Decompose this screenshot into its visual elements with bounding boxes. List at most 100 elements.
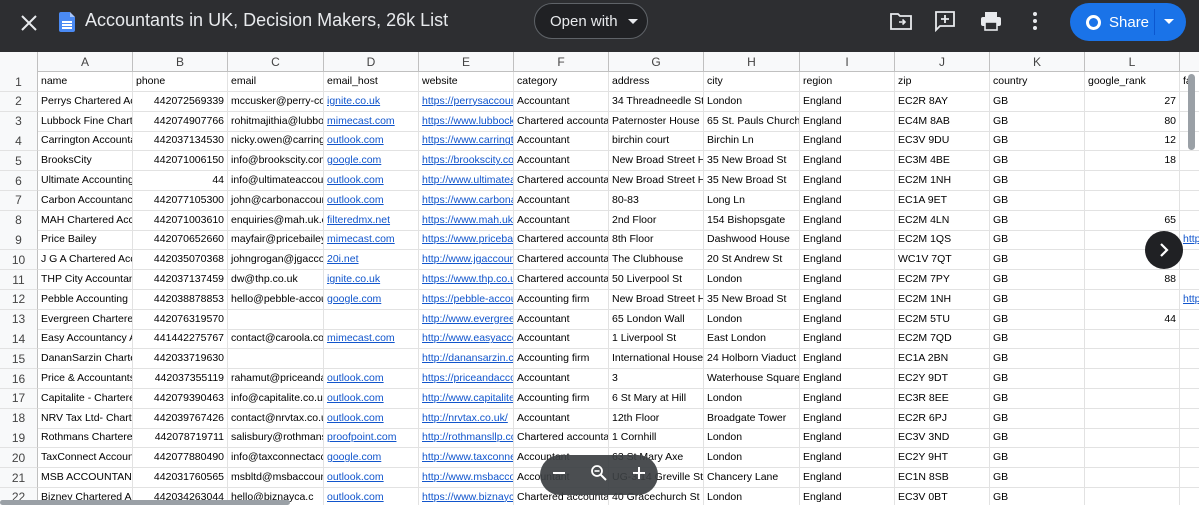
table-cell[interactable]: England bbox=[800, 111, 895, 132]
table-cell[interactable]: 88 bbox=[1085, 270, 1180, 290]
table-cell[interactable] bbox=[1085, 388, 1180, 409]
table-cell[interactable] bbox=[1180, 468, 1199, 488]
table-cell[interactable]: john@carbonaccour bbox=[228, 190, 324, 211]
table-cell[interactable]: EC3R 8EE bbox=[895, 388, 990, 409]
table-cell[interactable]: dw@thp.co.uk bbox=[228, 270, 324, 290]
table-cell[interactable]: England bbox=[800, 250, 895, 271]
table-cell[interactable]: England bbox=[800, 428, 895, 449]
table-cell[interactable]: http://rothmansllp.co bbox=[419, 428, 514, 449]
table-cell[interactable]: 442038878853 bbox=[133, 289, 228, 310]
print-icon[interactable] bbox=[978, 8, 1004, 34]
next-page-button[interactable] bbox=[1145, 231, 1183, 269]
table-cell[interactable]: Accounting firm bbox=[514, 349, 609, 370]
table-cell[interactable]: google.com bbox=[324, 448, 419, 469]
table-cell[interactable]: 20i.net bbox=[324, 250, 419, 271]
table-cell[interactable]: info@capitalite.co.u bbox=[228, 388, 324, 409]
table-cell[interactable]: 34 Threadneedle St bbox=[609, 91, 704, 112]
table-cell[interactable]: London bbox=[704, 428, 800, 449]
table-cell[interactable] bbox=[1180, 389, 1199, 409]
row-number[interactable]: 19 bbox=[0, 428, 38, 449]
table-cell[interactable]: 35 New Broad St bbox=[704, 171, 800, 191]
table-cell[interactable]: England bbox=[800, 349, 895, 370]
table-cell[interactable]: England bbox=[800, 230, 895, 251]
table-cell[interactable]: Price Bailey bbox=[38, 230, 133, 251]
table-cell[interactable]: EC2R 8AY bbox=[895, 91, 990, 112]
table-cell[interactable]: 442071006150 bbox=[133, 151, 228, 172]
header-cell[interactable]: phone bbox=[133, 72, 228, 92]
horizontal-scrollbar[interactable] bbox=[0, 500, 290, 505]
table-cell[interactable]: Accountant bbox=[514, 408, 609, 429]
table-cell[interactable] bbox=[1085, 171, 1180, 191]
table-cell[interactable]: Accountant bbox=[514, 151, 609, 172]
header-cell[interactable]: city bbox=[704, 72, 800, 92]
table-cell[interactable]: Accountant bbox=[514, 369, 609, 389]
table-cell[interactable]: England bbox=[800, 210, 895, 231]
table-cell[interactable]: The Clubhouse bbox=[609, 250, 704, 271]
table-cell[interactable]: EC2Y 9HT bbox=[895, 448, 990, 469]
table-cell[interactable]: info@taxconnectacc bbox=[228, 448, 324, 469]
table-cell[interactable]: England bbox=[800, 309, 895, 330]
table-cell[interactable]: 50 Liverpool St bbox=[609, 270, 704, 290]
column-header-g[interactable]: G bbox=[609, 52, 704, 72]
row-number[interactable]: 2 bbox=[0, 91, 38, 112]
row-number[interactable]: 3 bbox=[0, 111, 38, 132]
header-cell[interactable]: zip bbox=[895, 72, 990, 92]
table-cell[interactable]: 442033719630 bbox=[133, 349, 228, 370]
table-cell[interactable] bbox=[1180, 409, 1199, 429]
table-cell[interactable]: Accountant bbox=[514, 190, 609, 211]
table-cell[interactable]: Price & Accountants bbox=[38, 369, 133, 389]
table-cell[interactable]: https://pebble-accou bbox=[419, 289, 514, 310]
table-cell[interactable]: 3 bbox=[609, 369, 704, 389]
add-to-drive-icon[interactable] bbox=[888, 8, 914, 34]
table-cell[interactable]: EC3V 9DU bbox=[895, 131, 990, 152]
table-cell[interactable]: 442077105300 bbox=[133, 190, 228, 211]
table-cell[interactable]: GB bbox=[990, 230, 1085, 251]
table-cell[interactable]: GB bbox=[990, 388, 1085, 409]
row-number[interactable]: 6 bbox=[0, 171, 38, 191]
table-cell[interactable]: 6 St Mary at Hill bbox=[609, 388, 704, 409]
table-cell[interactable]: 442078719711 bbox=[133, 428, 228, 449]
table-cell[interactable]: ignite.co.uk bbox=[324, 91, 419, 112]
table-cell[interactable]: EC1A 9ET bbox=[895, 190, 990, 211]
table-cell[interactable]: England bbox=[800, 270, 895, 290]
table-cell[interactable]: GB bbox=[990, 210, 1085, 231]
row-number[interactable]: 11 bbox=[0, 270, 38, 290]
table-cell[interactable]: WC1V 7QT bbox=[895, 250, 990, 271]
table-cell[interactable]: GB bbox=[990, 428, 1085, 449]
table-cell[interactable]: 442039767426 bbox=[133, 408, 228, 429]
table-cell[interactable]: 12 bbox=[1085, 131, 1180, 152]
table-cell[interactable]: Accountant bbox=[514, 91, 609, 112]
table-cell[interactable]: GB bbox=[990, 250, 1085, 271]
table-cell[interactable]: info@brookscity.com bbox=[228, 151, 324, 172]
table-cell[interactable]: England bbox=[800, 91, 895, 112]
table-cell[interactable]: 24 Holborn Viaduct bbox=[704, 349, 800, 370]
table-cell[interactable]: mimecast.com bbox=[324, 230, 419, 251]
column-header-i[interactable]: I bbox=[800, 52, 895, 72]
table-cell[interactable]: MSB ACCOUNTANT bbox=[38, 468, 133, 488]
table-cell[interactable]: https://brookscity.com bbox=[419, 151, 514, 172]
table-cell[interactable] bbox=[1180, 448, 1199, 469]
table-cell[interactable]: msbltd@msbaccoun bbox=[228, 468, 324, 488]
table-cell[interactable]: England bbox=[800, 369, 895, 389]
row-number[interactable]: 18 bbox=[0, 408, 38, 429]
table-cell[interactable]: GB bbox=[990, 171, 1085, 191]
table-cell[interactable]: http://www.capitalite bbox=[419, 388, 514, 409]
table-cell[interactable]: England bbox=[800, 329, 895, 350]
table-cell[interactable] bbox=[1180, 250, 1199, 271]
table-cell[interactable] bbox=[1180, 310, 1199, 330]
table-cell[interactable]: EC2M 1QS bbox=[895, 230, 990, 251]
zoom-reset-icon[interactable] bbox=[590, 464, 608, 487]
table-cell[interactable]: GB bbox=[990, 91, 1085, 112]
table-cell[interactable]: England bbox=[800, 151, 895, 172]
table-cell[interactable]: Birchin Ln bbox=[704, 131, 800, 152]
table-cell[interactable]: salisbury@rothmansl bbox=[228, 428, 324, 449]
table-cell[interactable]: GB bbox=[990, 131, 1085, 152]
table-cell[interactable]: outlook.com bbox=[324, 468, 419, 488]
row-number[interactable]: 8 bbox=[0, 210, 38, 231]
table-cell[interactable]: 44 bbox=[1085, 309, 1180, 330]
column-header-e[interactable]: E bbox=[419, 52, 514, 72]
table-cell[interactable]: BrooksCity bbox=[38, 151, 133, 172]
table-cell[interactable]: GB bbox=[990, 329, 1085, 350]
table-cell[interactable] bbox=[1180, 428, 1199, 449]
table-cell[interactable]: https://www.thp.co.uk bbox=[419, 270, 514, 290]
